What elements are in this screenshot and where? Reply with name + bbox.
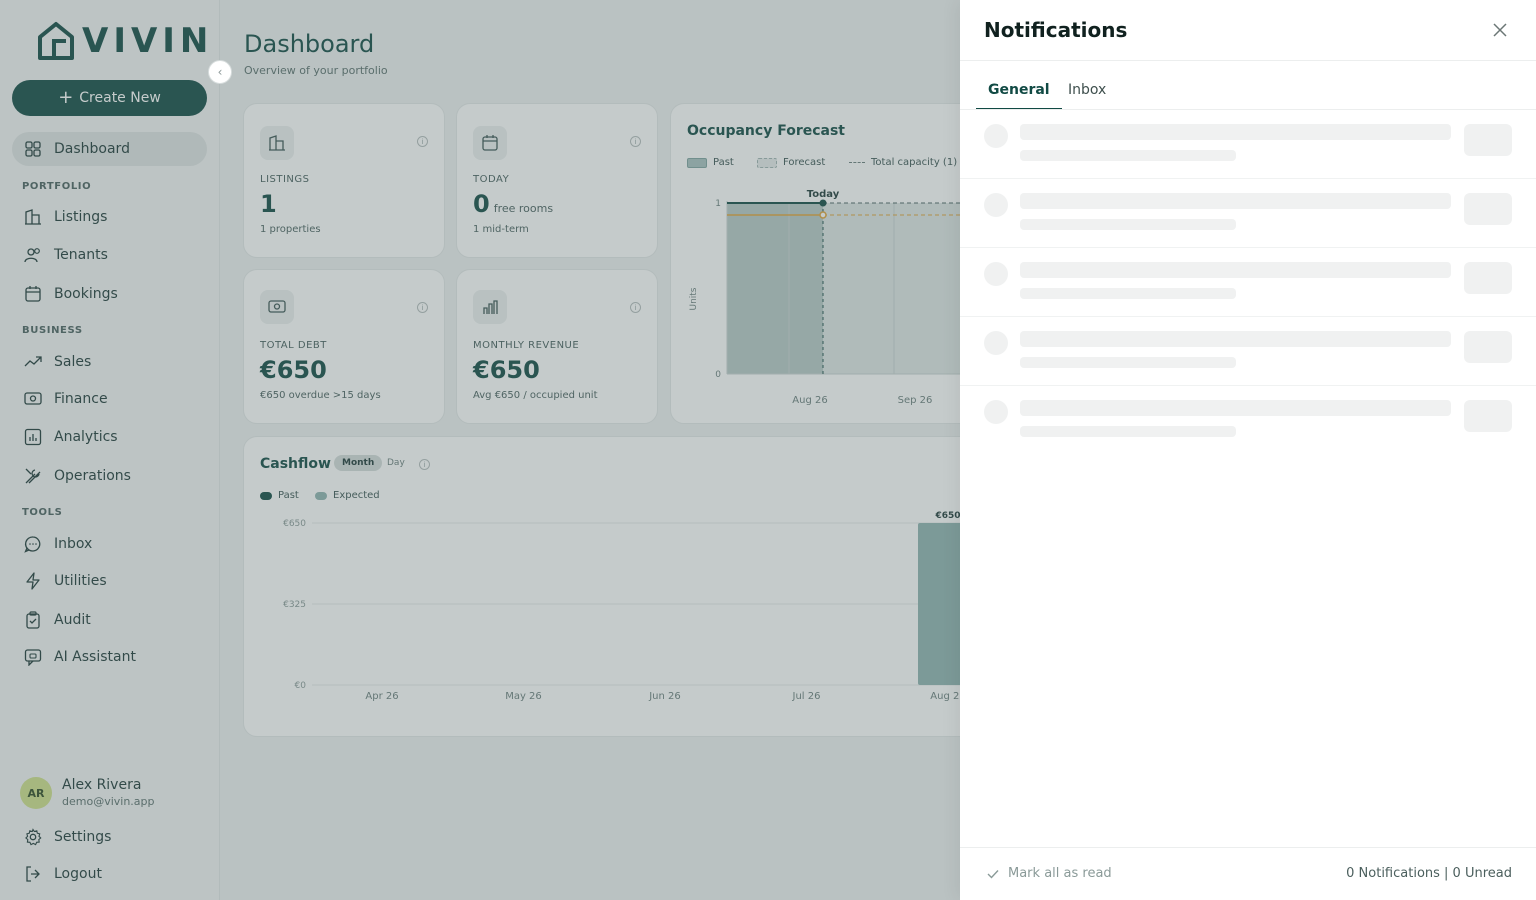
chevron-left-icon: ‹ — [217, 65, 223, 79]
skeleton-line — [1020, 124, 1451, 140]
mark-all-read-label: Mark all as read — [1008, 866, 1112, 881]
skeleton-action — [1464, 262, 1512, 294]
close-icon — [1493, 23, 1507, 37]
skeleton-avatar — [984, 262, 1008, 286]
skeleton-avatar — [984, 400, 1008, 424]
skeleton-line — [1020, 288, 1236, 299]
close-button[interactable] — [1490, 20, 1510, 40]
skeleton-line — [1020, 150, 1236, 161]
mark-all-read-button[interactable]: Mark all as read — [986, 866, 1112, 881]
skeleton-line — [1020, 400, 1451, 416]
skeleton-avatar — [984, 193, 1008, 217]
skeleton-line — [1020, 262, 1451, 278]
skeleton-avatar — [984, 331, 1008, 355]
skeleton-line — [1020, 193, 1451, 209]
panel-title: Notifications — [984, 18, 1128, 42]
skeleton-action — [1464, 400, 1512, 432]
tab-inbox[interactable]: Inbox — [1068, 82, 1106, 110]
notification-skeleton — [960, 386, 1536, 455]
collapse-sidebar-button[interactable]: ‹ — [208, 60, 232, 84]
skeleton-line — [1020, 219, 1236, 230]
skeleton-action — [1464, 124, 1512, 156]
notification-skeleton — [960, 179, 1536, 248]
notification-skeleton — [960, 248, 1536, 317]
skeleton-action — [1464, 193, 1512, 225]
skeleton-avatar — [984, 124, 1008, 148]
skeleton-line — [1020, 331, 1451, 347]
skeleton-line — [1020, 357, 1236, 368]
tab-general[interactable]: General — [976, 82, 1062, 110]
skeleton-action — [1464, 331, 1512, 363]
skeleton-line — [1020, 426, 1236, 437]
notifications-panel: Notifications General Inbox Mark all as … — [960, 0, 1536, 900]
divider — [960, 60, 1536, 61]
notification-skeleton — [960, 110, 1536, 179]
panel-footer: Mark all as read 0 Notifications | 0 Unr… — [960, 847, 1536, 900]
notification-counts: 0 Notifications | 0 Unread — [1346, 866, 1512, 881]
notification-skeleton — [960, 317, 1536, 386]
modal-backdrop[interactable] — [0, 0, 960, 900]
check-icon — [987, 869, 999, 879]
